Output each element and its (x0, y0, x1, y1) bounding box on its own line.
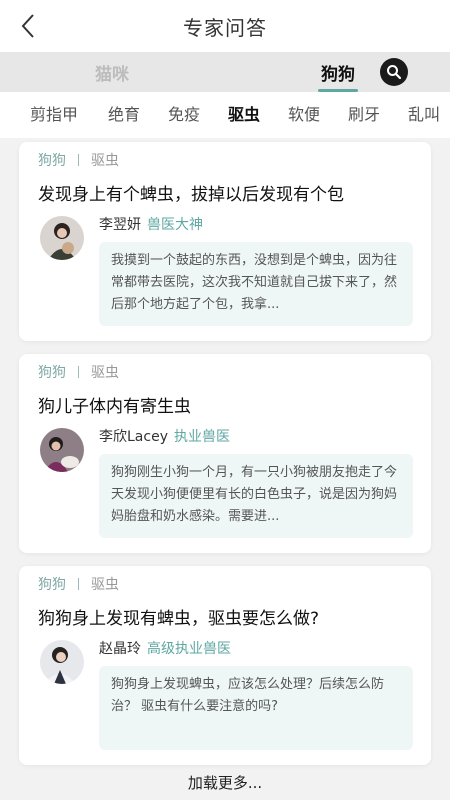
tag-pet: 狗狗 (38, 153, 66, 169)
question-title: 发现身上有个蜱虫，拔掉以后发现有个包 (38, 185, 344, 205)
tag-topic: 驱虫 (91, 365, 119, 381)
card-tags: 狗狗 驱虫 (38, 150, 119, 170)
expert-avatar (40, 216, 84, 260)
category-tab-barking[interactable]: 乱叫 (408, 92, 440, 138)
question-title: 狗儿子体内有寄生虫 (38, 397, 191, 417)
expert-name: 赵晶玲 (99, 641, 141, 657)
card-tags: 狗狗 驱虫 (38, 362, 119, 382)
tag-topic: 驱虫 (91, 577, 119, 593)
tag-pet: 狗狗 (38, 577, 66, 593)
expert-title: 兽医大神 (147, 217, 203, 233)
expert-info: 李欣Lacey 执业兽医 (99, 426, 230, 446)
tab-cat[interactable]: 猫咪 (80, 52, 144, 92)
answer-preview: 狗狗身上发现蜱虫，应该怎么处理？后续怎么防治？ 驱虫有什么要注意的吗? (99, 666, 413, 750)
tag-divider (78, 366, 79, 378)
expert-title: 高级执业兽医 (147, 641, 231, 657)
tag-divider (78, 578, 79, 590)
pet-tab-bar: 猫咪 狗狗 (0, 52, 450, 92)
page-title: 专家问答 (183, 15, 267, 40)
tag-divider (78, 154, 79, 166)
expert-info: 李翌妍 兽医大神 (99, 214, 203, 234)
tag-pet: 狗狗 (38, 365, 66, 381)
tag-topic: 驱虫 (91, 153, 119, 169)
load-more-button[interactable]: 加载更多... (0, 772, 450, 793)
tab-dog[interactable]: 狗狗 (306, 52, 370, 92)
back-button[interactable] (10, 8, 46, 44)
qa-card[interactable]: 狗狗 驱虫 狗狗身上发现有蜱虫，驱虫要怎么做? 赵晶玲 高级执业兽医 狗狗身上发… (19, 566, 431, 765)
category-tab-nail-trim[interactable]: 剪指甲 (30, 92, 78, 138)
category-tab-teeth[interactable]: 刷牙 (348, 92, 380, 138)
category-tab-bar: 剪指甲 绝育 免疫 驱虫 软便 刷牙 乱叫 (0, 92, 450, 138)
qa-card[interactable]: 狗狗 驱虫 发现身上有个蜱虫，拔掉以后发现有个包 李翌妍 兽医大神 我摸到一个鼓… (19, 142, 431, 341)
card-tags: 狗狗 驱虫 (38, 574, 119, 594)
expert-name: 李欣Lacey (99, 429, 168, 445)
qa-card[interactable]: 狗狗 驱虫 狗儿子体内有寄生虫 李欣Lacey 执业兽医 狗狗刚生小狗一个月，有… (19, 354, 431, 553)
category-tab-neuter[interactable]: 绝育 (108, 92, 140, 138)
answer-preview: 我摸到一个鼓起的东西，没想到是个蜱虫，因为往常都带去医院，这次我不知道就自己拔下… (99, 242, 413, 326)
category-tab-vaccine[interactable]: 免疫 (168, 92, 200, 138)
expert-avatar (40, 428, 84, 472)
expert-title: 执业兽医 (173, 429, 230, 445)
category-tab-soft-stool[interactable]: 软便 (288, 92, 320, 138)
expert-name: 李翌妍 (99, 217, 141, 233)
chevron-left-icon (21, 14, 34, 38)
top-bar: 专家问答 (0, 0, 450, 52)
expert-avatar (40, 640, 84, 684)
category-tab-deworm[interactable]: 驱虫 (228, 92, 260, 138)
expert-info: 赵晶玲 高级执业兽医 (99, 638, 231, 658)
answer-preview: 狗狗刚生小狗一个月，有一只小狗被朋友抱走了今天发现小狗便便里有长的白色虫子，说是… (99, 454, 413, 538)
question-title: 狗狗身上发现有蜱虫，驱虫要怎么做? (38, 609, 320, 629)
search-button[interactable] (380, 58, 408, 86)
search-icon (387, 65, 402, 80)
